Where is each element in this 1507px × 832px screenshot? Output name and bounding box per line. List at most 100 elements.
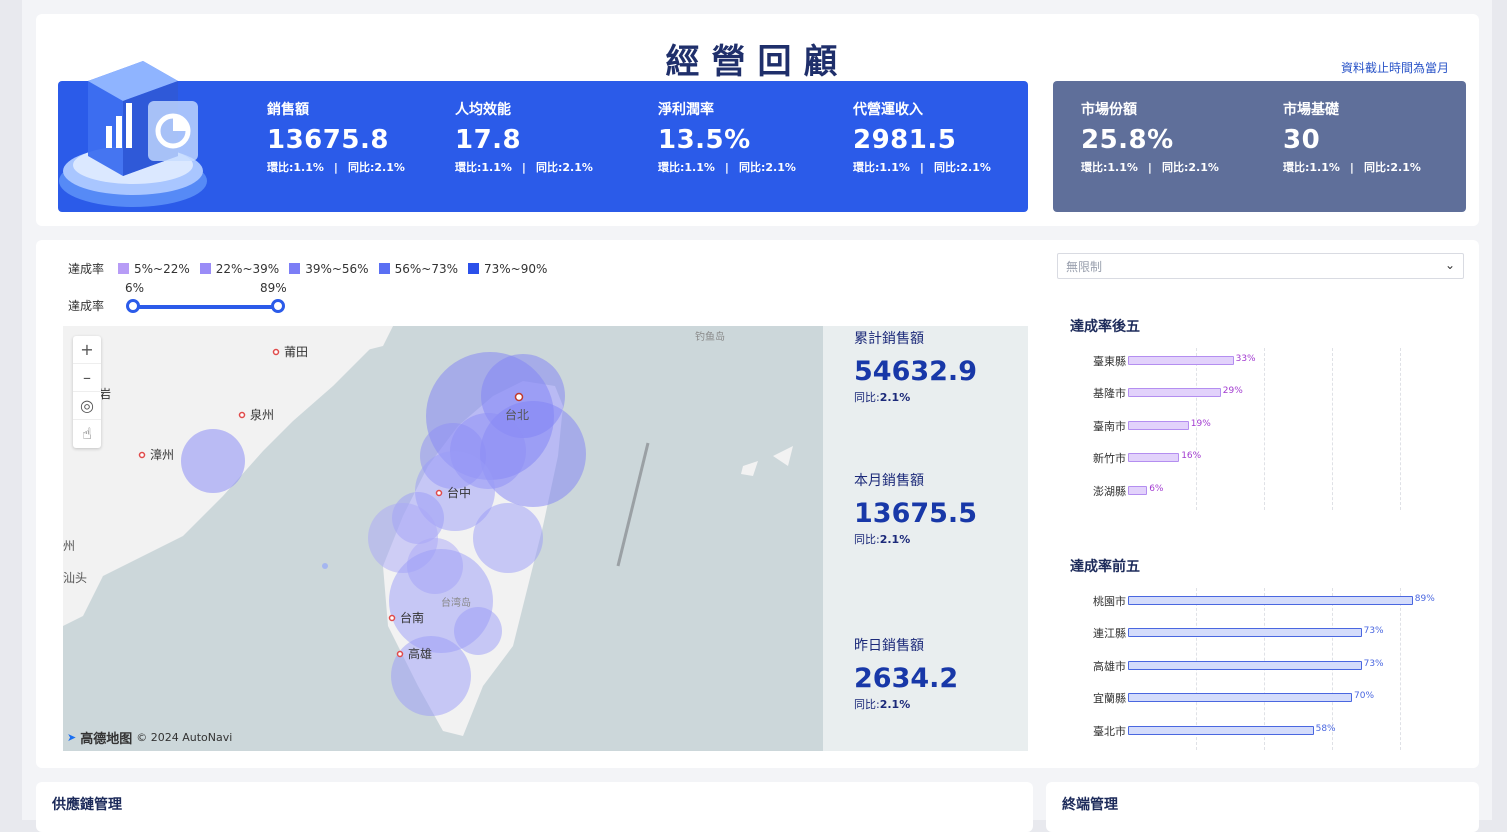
- chart-cube-icon: [59, 61, 207, 207]
- top5-chart: 桃園市 89% 連江縣 73% 高雄市 73% 宜蘭縣 70% 臺北市 58%: [1070, 588, 1470, 750]
- rank-row[interactable]: 澎湖縣 6%: [1070, 478, 1470, 510]
- zoom-in-button[interactable]: +: [73, 336, 101, 364]
- rank-row[interactable]: 臺北市 58%: [1070, 718, 1470, 750]
- achievement-range-slider: 達成率 6% 89%: [68, 281, 298, 315]
- rank-pct: 70%: [1354, 691, 1375, 702]
- map-controls: + – ◎ ☝: [73, 336, 101, 448]
- kpi-compare: 環比:1.1% | 同比:2.1%: [1283, 161, 1421, 174]
- map-legend: 達成率 5%~22% 22%~39% 39%~56% 56%~73% 73%~9…: [68, 260, 557, 277]
- slider-max-label: 89%: [260, 281, 287, 295]
- stat-value: 13675.5: [854, 498, 977, 529]
- chevron-down-icon: ⌄: [1444, 258, 1455, 272]
- dashboard-page: 經營回顧 資料截止時間為當月 銷售額 13675.8 環比:1.1% | 同比:…: [22, 0, 1492, 832]
- yoy-value: 2.1%: [562, 161, 593, 174]
- rank-name: 桃園市: [1093, 595, 1126, 608]
- rank-name: 高雄市: [1093, 659, 1126, 673]
- primary-kpi-panel: 銷售額 13675.8 環比:1.1% | 同比:2.1% 人均效能 17.8 環比…: [58, 61, 1028, 212]
- slider-track[interactable]: [133, 305, 283, 309]
- mom-label: 環比:: [658, 161, 685, 174]
- yoy-label: 同比:: [1161, 161, 1189, 174]
- map-attribution: ➤ 高德地图 © 2024 AutoNavi: [67, 728, 232, 747]
- rank-bar: [1128, 693, 1352, 703]
- legend-swatch: [378, 263, 390, 274]
- place-label: 钓鱼岛: [695, 330, 725, 343]
- kpi-compare: 環比:1.1% | 同比:2.1%: [1081, 161, 1219, 174]
- kpi-label: 淨利潤率: [658, 102, 714, 118]
- rank-name: 基隆市: [1093, 387, 1126, 401]
- rank-name: 新竹市: [1093, 452, 1126, 466]
- rank-bar: [1128, 356, 1234, 365]
- kpi-value: 30: [1283, 125, 1321, 155]
- rank-pct: 89%: [1414, 594, 1435, 604]
- zoom-out-button[interactable]: –: [73, 364, 101, 392]
- kpi-card: 經營回顧 資料截止時間為當月 銷售額 13675.8 環比:1.1% | 同比:…: [36, 14, 1479, 226]
- rank-pct: 6%: [1149, 483, 1164, 494]
- taiwan-map[interactable]: 莆田 泉州 漳州 龙岩 台北 台中 台南 高雄 台湾岛 钓鱼岛 州 汕头 + –…: [63, 326, 823, 751]
- rank-pct: 16%: [1181, 451, 1202, 462]
- place-label: 汕头: [63, 571, 87, 585]
- rank-row[interactable]: 連江縣 73%: [1070, 620, 1470, 652]
- legend-item[interactable]: 73%~90%: [468, 262, 547, 276]
- kpi-value: 2981.5: [853, 125, 957, 155]
- supply-chain-card: 供應鏈管理: [36, 782, 1033, 832]
- legend-label: 73%~90%: [484, 261, 548, 276]
- rank-pct: 19%: [1190, 418, 1211, 429]
- stat-compare: 同比:2.1%: [854, 531, 977, 547]
- secondary-kpi-panel: 市場份額 25.8% 環比:1.1% | 同比:2.1% 市場基礎 30 環比:1.…: [1053, 81, 1466, 212]
- mom-value: 1.1%: [879, 161, 910, 174]
- kpi-value: 13675.8: [267, 125, 389, 155]
- place-label: 莆田: [284, 345, 308, 359]
- rank-row[interactable]: 臺南市 19%: [1070, 413, 1470, 445]
- yoy-label: 同比:: [535, 161, 563, 174]
- legend-label: 22%~39%: [215, 261, 280, 276]
- rank-bar: [1128, 453, 1180, 463]
- kpi-value: 17.8: [455, 125, 522, 155]
- rank-row[interactable]: 宜蘭縣 70%: [1070, 685, 1470, 717]
- mom-label: 環比:: [853, 161, 880, 174]
- region-filter-select[interactable]: 無限制 ⌄: [1057, 253, 1464, 279]
- legend-item[interactable]: 5%~22%: [118, 262, 190, 276]
- rank-row[interactable]: 新竹市 16%: [1070, 445, 1470, 477]
- stat-yesterday-sales: 昨日銷售額 2634.2 同比:2.1%: [854, 635, 958, 712]
- page-title: 經營回顧: [665, 42, 850, 82]
- sales-summary-panel: 累計銷售額 54632.9 同比:2.1% 本月銷售額 13675.5 同比:2…: [823, 326, 1028, 751]
- rank-row[interactable]: 臺東縣 33%: [1070, 348, 1470, 380]
- rank-row[interactable]: 基隆市 29%: [1070, 380, 1470, 412]
- stat-compare: 同比:2.1%: [854, 389, 977, 405]
- rank-row[interactable]: 桃園市 89%: [1070, 588, 1470, 620]
- map-canvas: 莆田 泉州 漳州 龙岩 台北 台中 台南 高雄 台湾岛 钓鱼岛 州 汕头: [63, 326, 793, 736]
- yoy-value: 2.1%: [879, 698, 911, 711]
- rank-pct: 33%: [1235, 354, 1256, 364]
- compass-icon[interactable]: ◎: [73, 392, 101, 420]
- legend-item[interactable]: 39%~56%: [289, 262, 369, 276]
- hand-pointer-icon[interactable]: ☝: [73, 420, 101, 448]
- rank-pct: 73%: [1363, 658, 1384, 669]
- stat-value: 54632.9: [854, 356, 977, 387]
- legend-label: 56%~73%: [394, 261, 458, 276]
- yoy-label: 同比:: [738, 161, 766, 174]
- rank-bar: [1128, 388, 1221, 398]
- rank-name: 連江縣: [1093, 627, 1126, 641]
- rank-row[interactable]: 高雄市 73%: [1070, 653, 1470, 685]
- stat-label: 昨日銷售額: [854, 638, 924, 654]
- mom-value: 1.1%: [1309, 161, 1340, 174]
- slider-max-handle[interactable]: [271, 299, 285, 313]
- slider-min-handle[interactable]: [126, 299, 140, 313]
- yoy-label: 同比:: [347, 161, 375, 174]
- slider-title: 達成率: [68, 299, 105, 313]
- rank-bar: [1128, 725, 1314, 735]
- mom-label: 環比:: [455, 161, 482, 174]
- mom-label: 環比:: [1081, 161, 1108, 174]
- legend-swatch: [199, 263, 211, 274]
- legend-item[interactable]: 22%~39%: [199, 261, 280, 276]
- kpi-label: 市場基礎: [1283, 102, 1339, 118]
- select-value: 無限制: [1066, 260, 1103, 274]
- yoy-label: 同比:: [854, 698, 880, 711]
- legend-item[interactable]: 56%~73%: [378, 261, 458, 276]
- mom-value: 1.1%: [1107, 161, 1138, 174]
- stat-cumulative-sales: 累計銷售額 54632.9 同比:2.1%: [854, 328, 977, 405]
- rank-name: 臺北市: [1093, 724, 1126, 738]
- stat-value: 2634.2: [854, 663, 959, 694]
- rank-bar: [1128, 660, 1362, 670]
- top5-title: 達成率前五: [1070, 559, 1140, 575]
